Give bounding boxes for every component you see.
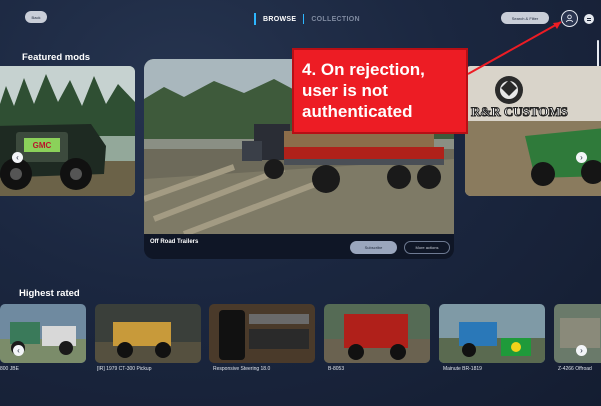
rated-label-6: Z-4266 Offroad [558, 366, 592, 372]
annotation-line-2: user is not [302, 81, 388, 100]
rated-card-5[interactable] [439, 304, 545, 363]
rated-label-3: Responsive Steering 18.0 [213, 366, 271, 372]
rated-next-button[interactable]: › [576, 345, 587, 356]
rated-card-3[interactable] [209, 304, 315, 363]
rated-label-5: Mainute BR-1819 [443, 366, 482, 372]
rated-label-1: 800 JBE [0, 366, 19, 372]
annotation-line-3: authenticated [302, 102, 413, 121]
rated-label-4: B-8053 [328, 366, 345, 372]
rated-prev-button[interactable]: ‹ [13, 345, 24, 356]
rated-label-2: [IR] 1979 CT-300 Pickup [97, 366, 152, 372]
annotation-text: 4. On rejection, user is not authenticat… [302, 59, 462, 122]
chevron-left-icon: ‹ [17, 345, 20, 355]
rated-card-2[interactable] [95, 304, 201, 363]
chevron-right-icon: › [580, 345, 583, 355]
annotation-line-1: 4. On rejection, [302, 60, 425, 79]
rated-card-4[interactable] [324, 304, 430, 363]
highest-rated-section-title: Highest rated [19, 288, 80, 299]
rated-card-1[interactable] [0, 304, 86, 363]
